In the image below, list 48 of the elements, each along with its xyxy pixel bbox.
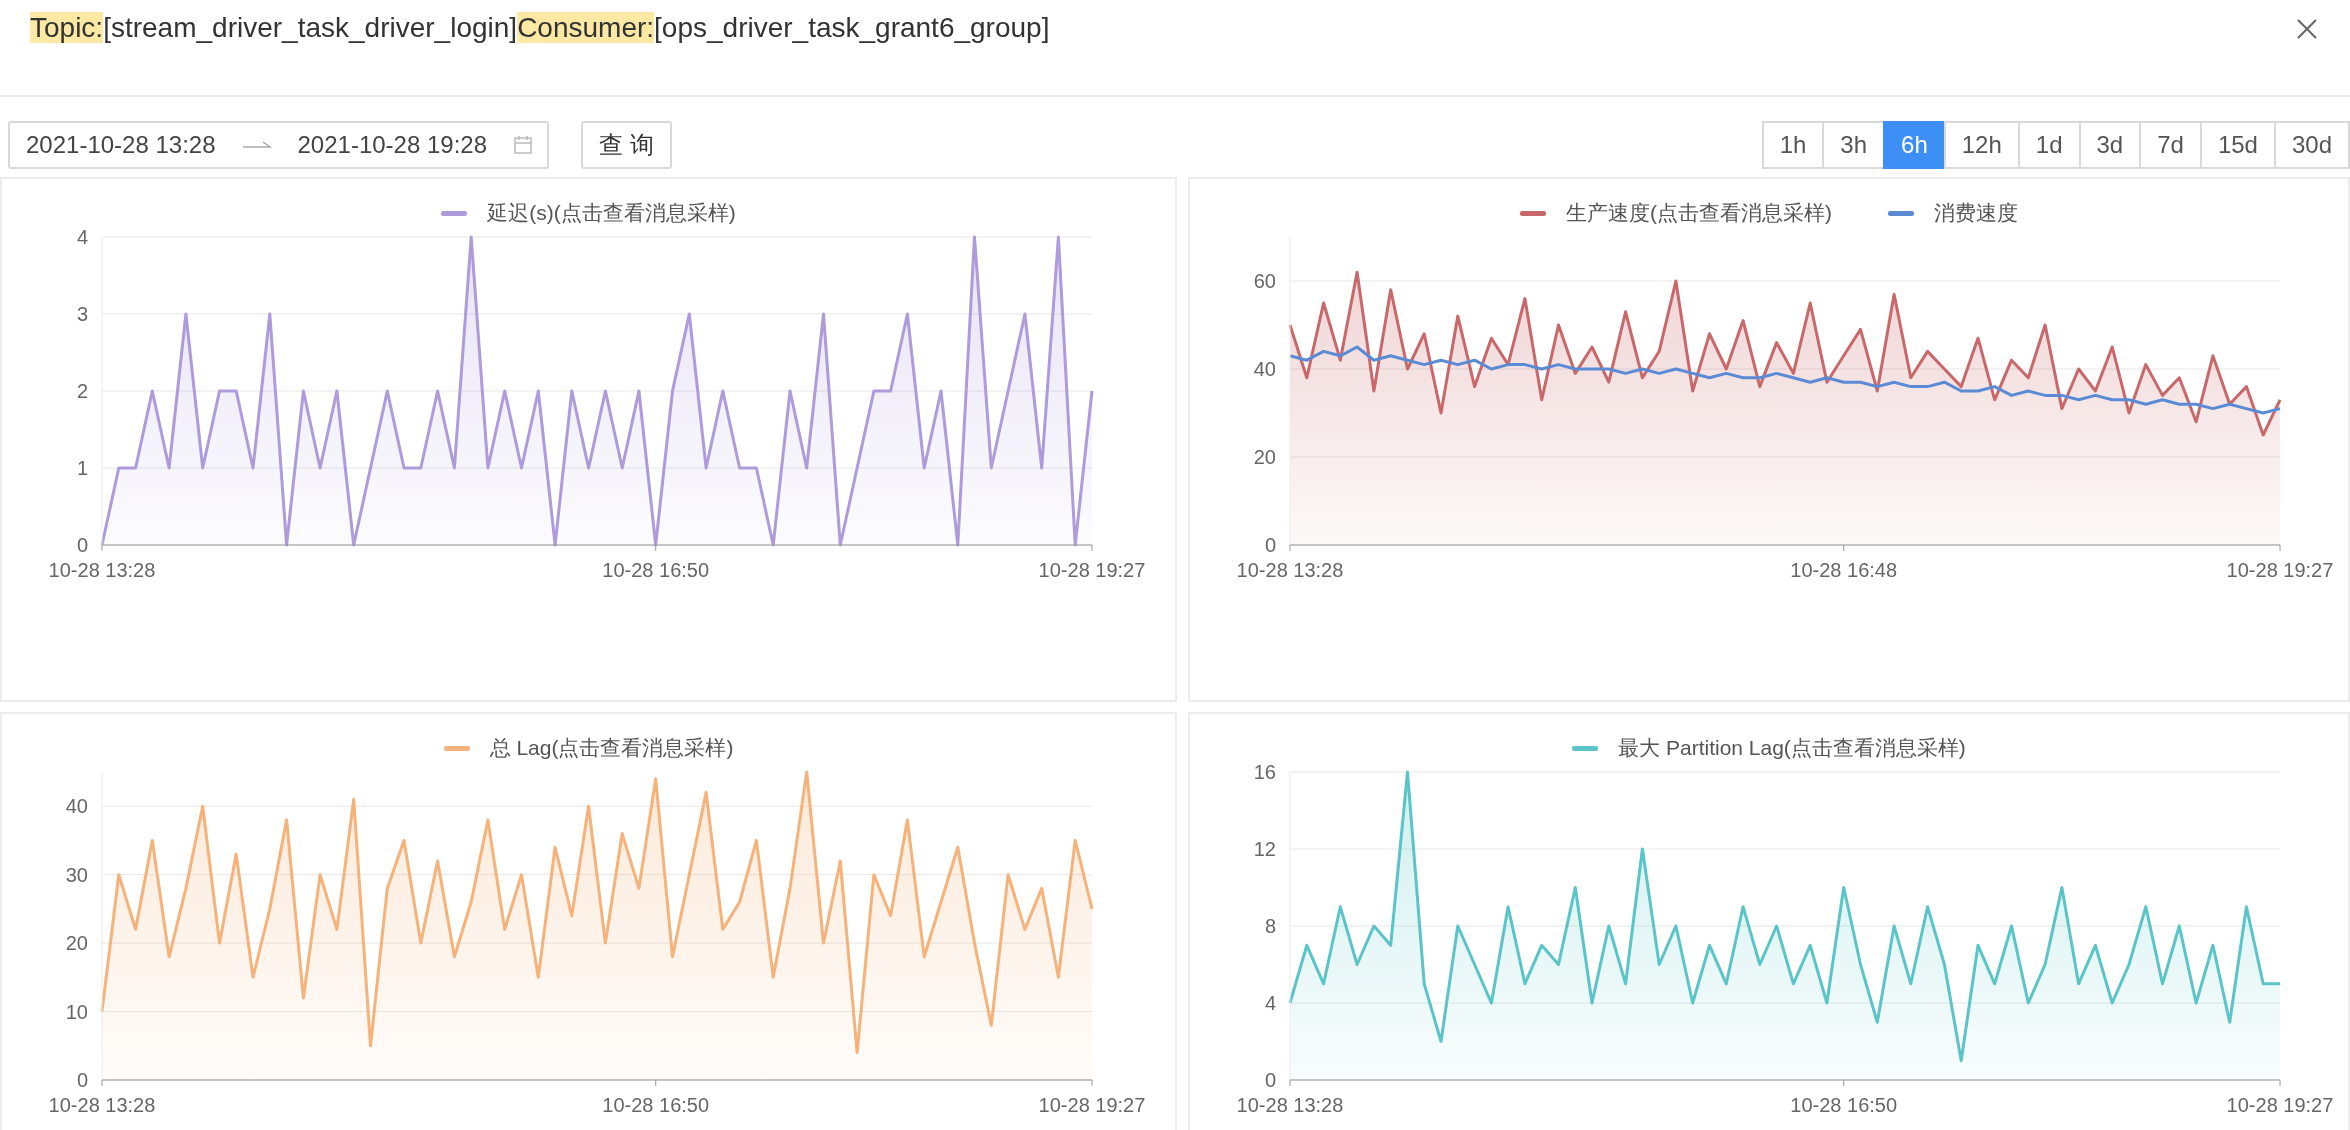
legend-item[interactable]: 延迟(s)(点击查看消息采样) xyxy=(441,199,736,227)
axis-label: 20 xyxy=(65,932,88,955)
axis-label: 0 xyxy=(76,534,88,556)
axis-label: 2 xyxy=(76,380,88,402)
axis-label: 4 xyxy=(76,227,88,248)
axis-label: 40 xyxy=(1253,358,1276,380)
axis-label: 10-28 19:27 xyxy=(1038,559,1146,581)
date-range-field[interactable]: 2021-10-28 13:28 2021-10-28 19:28 xyxy=(8,121,549,169)
axis-label: 12 xyxy=(1253,838,1276,860)
axis-label: 10-28 16:50 xyxy=(1790,1094,1898,1116)
legend-item[interactable]: 生产速度(点击查看消息采样) xyxy=(1520,199,1832,227)
axis-label: 10-28 19:27 xyxy=(2226,559,2334,581)
time-range-button[interactable]: 12h xyxy=(1943,121,2020,169)
axis-label: 0 xyxy=(1264,1069,1276,1091)
axis-label: 3 xyxy=(76,303,88,325)
axis-label: 10-28 16:48 xyxy=(1790,559,1898,581)
axis-label: 10 xyxy=(65,1000,88,1023)
axis-label: 10-28 16:50 xyxy=(602,559,710,581)
time-range-button[interactable]: 3d xyxy=(2078,121,2142,169)
legend-item[interactable]: 总 Lag(点击查看消息采样) xyxy=(443,734,734,762)
axis-label: 10-28 19:27 xyxy=(2226,1094,2334,1116)
axis-label: 60 xyxy=(1253,270,1276,292)
dialog-title: Topic:[stream_driver_task_driver_login]Consumer:[ops_driver_task_grant6_group] xyxy=(30,12,1050,44)
axis-label: 20 xyxy=(1253,446,1276,468)
axis-label: 8 xyxy=(1264,915,1276,937)
time-range-button[interactable]: 1d xyxy=(2017,121,2081,169)
axis-label: 10-28 13:28 xyxy=(1236,559,1344,581)
axis-label: 0 xyxy=(76,1069,88,1091)
axis-label: 10-28 16:50 xyxy=(602,1094,710,1116)
legend-item[interactable]: 消费速度 xyxy=(1888,199,2018,227)
time-range-button[interactable]: 1h xyxy=(1761,121,1825,169)
time-range-button[interactable]: 3h xyxy=(1822,121,1886,169)
axis-label: 4 xyxy=(1264,992,1276,1014)
time-range-button[interactable]: 7d xyxy=(2139,121,2202,169)
legend-item[interactable]: 最大 Partition Lag(点击查看消息采样) xyxy=(1572,734,1966,762)
axis-label: 10-28 13:28 xyxy=(48,559,156,581)
axis-label: 30 xyxy=(65,863,88,886)
axis-label: 10-28 13:28 xyxy=(48,1094,156,1116)
axis-label: 16 xyxy=(1253,762,1276,783)
axis-label: 1 xyxy=(76,457,88,479)
time-range-button[interactable]: 30d xyxy=(2273,121,2350,169)
close-icon[interactable] xyxy=(2296,18,2318,40)
axis-label: 0 xyxy=(1264,534,1276,556)
axis-label: 10-28 19:27 xyxy=(1038,1094,1146,1116)
axis-label: 10-28 13:28 xyxy=(1236,1094,1344,1116)
query-button[interactable]: 查 询 xyxy=(581,121,672,169)
time-range-button[interactable]: 15d xyxy=(2199,121,2276,169)
axis-label: 40 xyxy=(65,795,88,818)
